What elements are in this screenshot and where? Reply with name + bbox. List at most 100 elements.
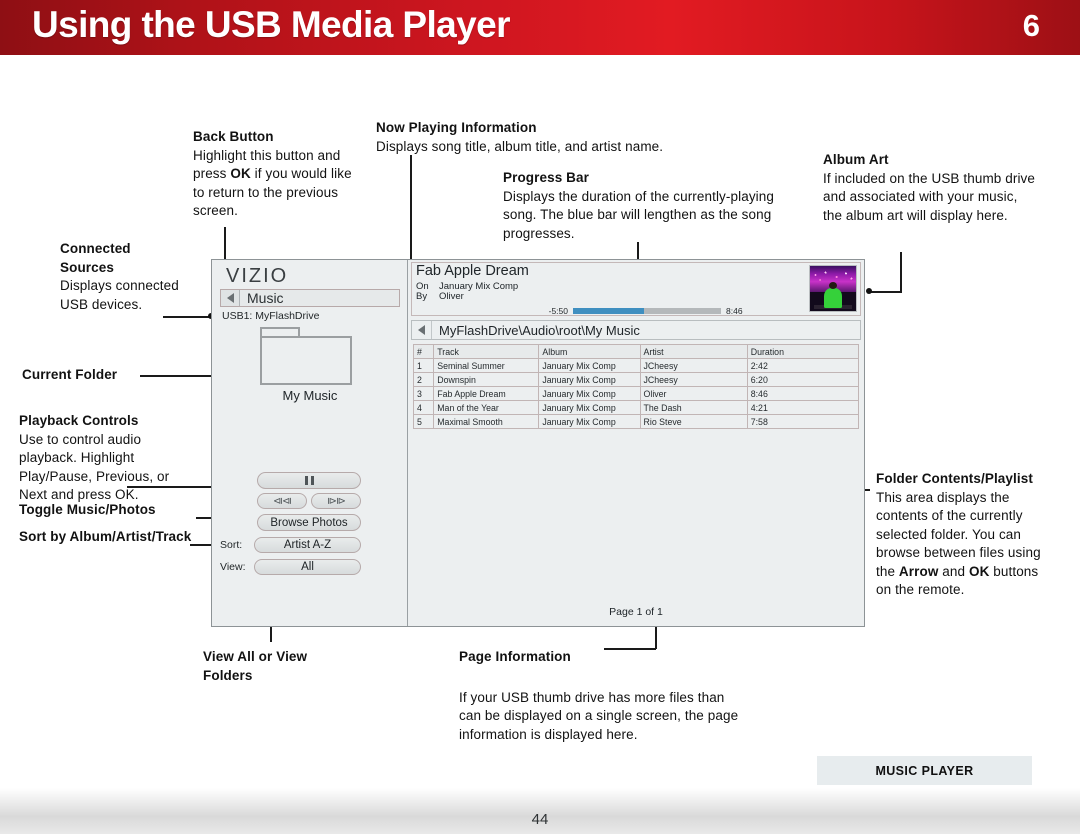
previous-icon: ⧏⧏	[273, 495, 292, 507]
cell-number: 4	[412, 400, 435, 415]
sort-row: Sort: Artist A-Z	[220, 537, 361, 553]
table-row[interactable]: 4 Man of the Year January Mix Comp The D…	[412, 400, 860, 415]
table-row[interactable]: 3 Fab Apple Dream January Mix Comp Olive…	[412, 386, 860, 401]
page-info-text: Page 1 of 1	[609, 606, 663, 618]
callout-body: Highlight this button and press OK if yo…	[193, 147, 352, 219]
progress-bar[interactable]: -5:50 8:46	[542, 306, 752, 316]
callout-heading: View All or View Folders	[203, 649, 308, 683]
cell-artist: JCheesy	[639, 358, 748, 373]
table-row[interactable]: 1 Seminal Summer January Mix Comp JChees…	[412, 358, 860, 373]
cell-duration: 8:46	[746, 386, 860, 401]
callout-heading: Toggle Music/Photos	[19, 502, 156, 517]
table-row[interactable]: 2 Downspin January Mix Comp JCheesy 6:20	[412, 372, 860, 387]
chapter-number: 6	[1022, 8, 1040, 43]
page-title: Using the USB Media Player	[32, 4, 510, 45]
progress-track[interactable]	[573, 308, 721, 314]
leader-line-connected-sources	[163, 316, 213, 318]
callout-body: Use to control audio playback. Highlight…	[19, 431, 170, 503]
callout-heading: Now Playing Information	[376, 120, 537, 135]
callout-body: Displays the duration of the currently-p…	[503, 188, 774, 241]
now-playing-artist: Oliver	[439, 291, 464, 302]
folder-icon-body	[260, 336, 352, 385]
callout-heading: Sort by Album/Artist/Track	[19, 529, 192, 544]
callout-heading: Folder Contents/Playlist	[876, 471, 1033, 486]
triangle-left-icon[interactable]	[221, 290, 240, 306]
cell-track: Maximal Smooth	[433, 414, 540, 429]
now-playing-panel: Fab Apple Dream On January Mix Comp By O…	[411, 262, 861, 316]
column-header-track: Track	[433, 344, 540, 359]
cell-album: January Mix Comp	[538, 400, 641, 415]
cell-number: 3	[412, 386, 435, 401]
sort-select[interactable]: Artist A-Z	[254, 537, 361, 553]
callout-playback-controls: Playback Controls Use to control audio p…	[19, 412, 199, 505]
cell-number: 1	[412, 358, 435, 373]
page-header: Using the USB Media Player 6	[0, 0, 1080, 55]
next-button[interactable]: ⧐⧐	[311, 493, 361, 509]
cell-duration: 2:42	[746, 358, 860, 373]
callout-body: If your USB thumb drive has more files t…	[459, 689, 739, 742]
back-button[interactable]: Music	[220, 289, 400, 307]
triangle-left-icon[interactable]	[412, 321, 432, 339]
callout-back-button: Back Button Highlight this button and pr…	[193, 128, 363, 221]
current-folder-name: My Music	[282, 388, 338, 403]
pause-icon	[304, 476, 314, 485]
cell-album: January Mix Comp	[538, 358, 641, 373]
page-number: 44	[531, 811, 549, 828]
callout-page-information: Page Information If your USB thumb drive…	[459, 648, 749, 744]
callout-view-all: View All or View Folders	[203, 648, 353, 685]
now-playing-title: Fab Apple Dream	[416, 263, 529, 279]
column-header-number: #	[412, 344, 435, 359]
previous-button[interactable]: ⧏⧏	[257, 493, 307, 509]
now-playing-by-label: By	[416, 291, 428, 302]
leader-line-album-art-2	[869, 291, 902, 293]
cell-track: Man of the Year	[433, 400, 540, 415]
callout-heading: Back Button	[193, 129, 274, 144]
callout-body: Displays connected USB devices.	[60, 278, 179, 312]
total-time: 8:46	[726, 306, 743, 316]
callout-now-playing: Now Playing Information Displays song ti…	[376, 119, 776, 156]
leader-line-page-info	[604, 648, 656, 650]
cell-track: Downspin	[433, 372, 540, 387]
callout-progress-bar: Progress Bar Displays the duration of th…	[503, 169, 793, 243]
callout-album-art: Album Art If included on the USB thumb d…	[823, 151, 1038, 225]
track-list-table: # Track Album Artist Duration 1 Seminal …	[412, 344, 860, 429]
cell-album: January Mix Comp	[538, 386, 641, 401]
cell-number: 2	[412, 372, 435, 387]
callout-body: If included on the USB thumb drive and a…	[823, 170, 1036, 223]
callout-body: This area displays the contents of the c…	[876, 489, 1041, 598]
view-label: View:	[220, 561, 246, 573]
play-pause-button[interactable]	[257, 472, 361, 489]
path-breadcrumb[interactable]: MyFlashDrive\Audio\root\My Music	[411, 320, 861, 340]
tv-screen-mockup: VIZIO Music USB1: MyFlashDrive My Music …	[211, 259, 865, 627]
progress-fill	[573, 308, 645, 314]
next-icon: ⧐⧐	[327, 495, 346, 507]
callout-sort-by: Sort by Album/Artist/Track	[19, 528, 204, 547]
callout-heading: Page Information	[459, 649, 571, 664]
callout-toggle-music-photos: Toggle Music/Photos	[19, 501, 219, 520]
cell-duration: 7:58	[746, 414, 860, 429]
callout-heading: Album Art	[823, 152, 889, 167]
back-button-label: Music	[247, 290, 284, 306]
browse-photos-button[interactable]: Browse Photos	[257, 514, 361, 531]
folder-icon[interactable]	[260, 327, 352, 385]
cell-album: January Mix Comp	[538, 414, 641, 429]
section-tag: MUSIC PLAYER	[817, 756, 1032, 785]
callout-connected-sources: Connected Sources Displays connected USB…	[60, 240, 188, 314]
cell-duration: 4:21	[746, 400, 860, 415]
cell-track: Seminal Summer	[433, 358, 540, 373]
leader-line-album-art	[900, 252, 902, 292]
elapsed-time: -5:50	[548, 306, 568, 316]
cell-artist: Oliver	[639, 386, 748, 401]
table-row[interactable]: 5 Maximal Smooth January Mix Comp Rio St…	[412, 414, 860, 429]
cell-duration: 6:20	[746, 372, 860, 387]
view-select[interactable]: All	[254, 559, 361, 575]
path-text: MyFlashDrive\Audio\root\My Music	[439, 322, 640, 338]
album-art-thumbnail	[809, 265, 857, 312]
cell-artist: Rio Steve	[639, 414, 748, 429]
callout-heading: Playback Controls	[19, 413, 139, 428]
cell-track: Fab Apple Dream	[433, 386, 540, 401]
callout-heading: Connected Sources	[60, 241, 131, 275]
cell-artist: The Dash	[639, 400, 748, 415]
leader-dot-album-art	[866, 288, 872, 294]
cell-number: 5	[412, 414, 435, 429]
